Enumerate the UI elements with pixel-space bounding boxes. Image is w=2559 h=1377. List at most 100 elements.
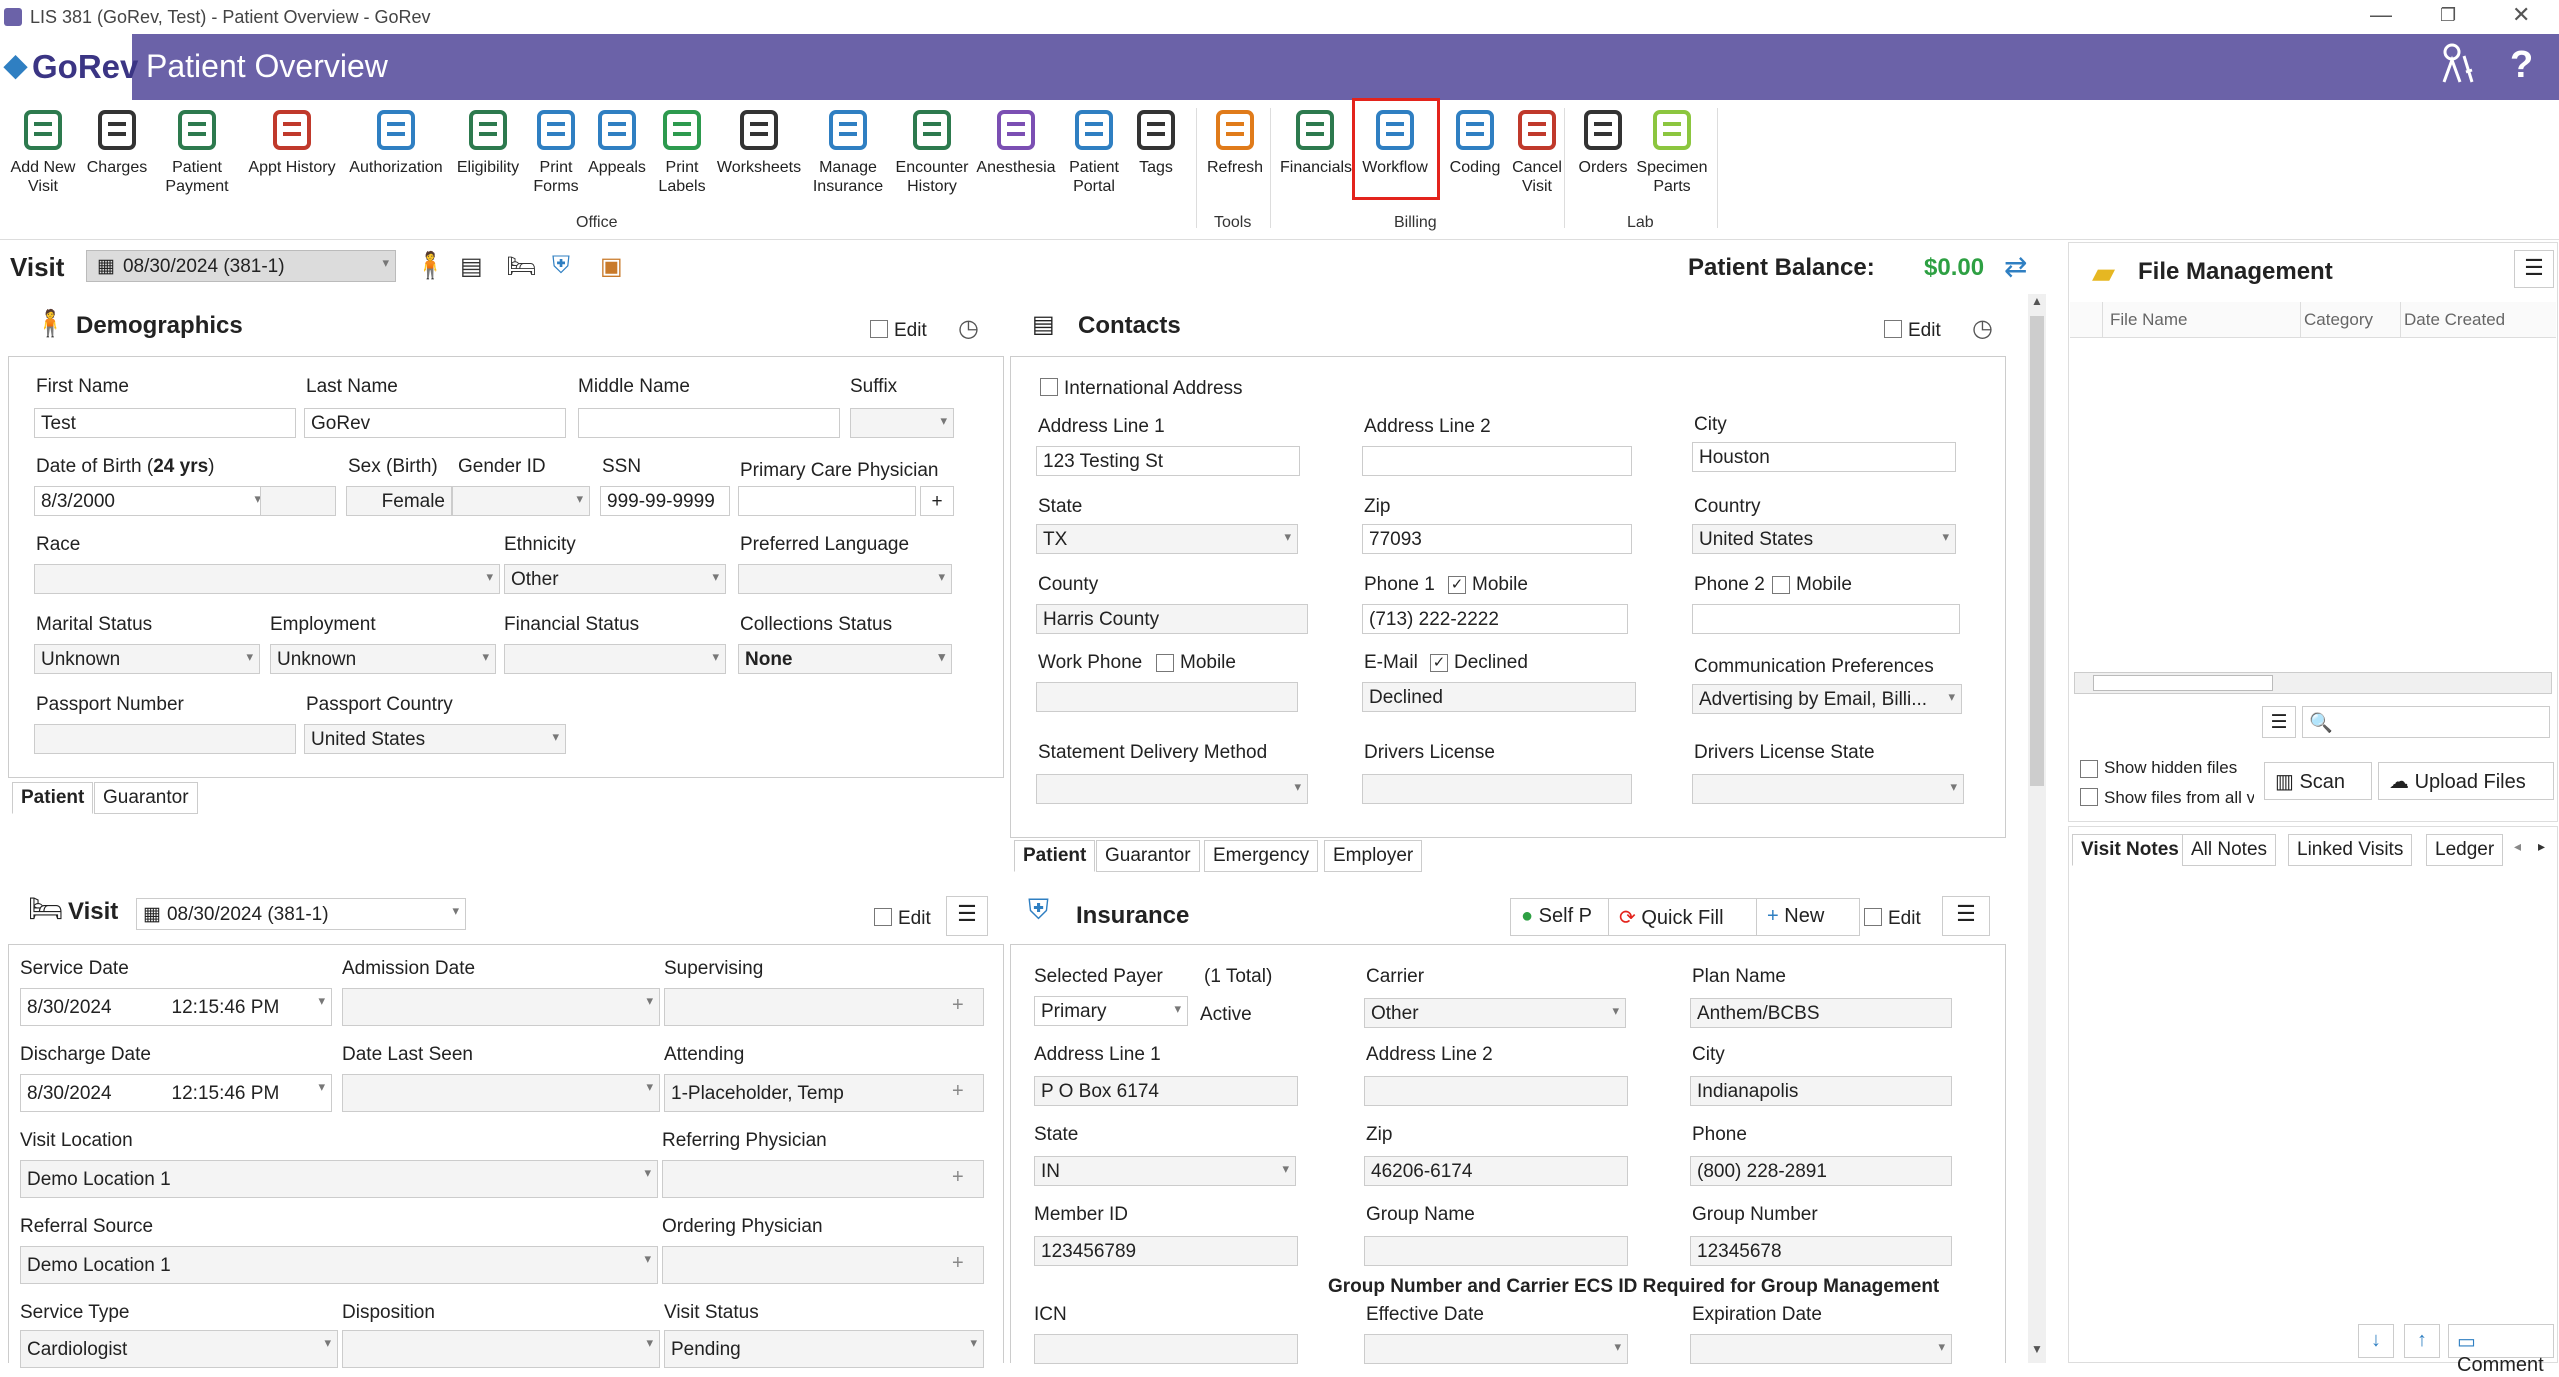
visit-menu-button[interactable]: ☰: [946, 896, 988, 936]
minimize-button[interactable]: —: [2370, 2, 2392, 28]
patient-icon[interactable]: 🧍: [414, 250, 446, 281]
last-seen-field[interactable]: [342, 1074, 660, 1112]
referral-source-select[interactable]: Demo Location 1: [20, 1246, 658, 1284]
tab-scroll-left-icon[interactable]: ◂: [2514, 838, 2521, 855]
col-date-created[interactable]: Date Created: [2404, 310, 2505, 330]
county-field[interactable]: Harris County: [1036, 604, 1308, 634]
financial-select[interactable]: [504, 644, 726, 674]
international-checkbox[interactable]: [1040, 378, 1058, 396]
email-field[interactable]: Declined: [1362, 682, 1636, 712]
payer-select[interactable]: Primary: [1034, 996, 1188, 1026]
referring-field[interactable]: [662, 1160, 984, 1198]
ribbon-print-forms-button[interactable]: Print Forms: [528, 106, 584, 196]
ribbon-authorization-button[interactable]: Authorization: [346, 106, 446, 177]
self-pay-button[interactable]: ● Self P: [1510, 898, 1620, 936]
ribbon-add-new-visit-button[interactable]: Add New Visit: [4, 106, 82, 196]
quick-fill-button[interactable]: ⟳ Quick Fill: [1608, 898, 1758, 936]
visit-status-select[interactable]: Pending: [664, 1330, 984, 1368]
language-select[interactable]: [738, 564, 952, 594]
tab-contacts-employer[interactable]: Employer: [1324, 840, 1423, 872]
show-all-checkbox[interactable]: [2080, 788, 2098, 806]
ins-state-select[interactable]: IN: [1034, 1156, 1296, 1186]
group-name-field[interactable]: [1364, 1236, 1628, 1266]
ribbon-appeals-button[interactable]: Appeals: [586, 106, 648, 177]
work-mobile-checkbox[interactable]: [1156, 654, 1174, 672]
carrier-select[interactable]: Other: [1364, 998, 1626, 1028]
ribbon-manage-insurance-button[interactable]: Manage Insurance: [808, 106, 888, 196]
discharge-date-field[interactable]: 8/30/2024 12:15:46 PM: [20, 1074, 332, 1112]
ribbon-patient-portal-button[interactable]: Patient Portal: [1064, 106, 1124, 196]
ribbon-orders-button[interactable]: Orders: [1568, 106, 1638, 177]
ribbon-refresh-button[interactable]: Refresh: [1200, 106, 1270, 177]
person-key-icon[interactable]: [2440, 42, 2476, 96]
tab-contacts-emergency[interactable]: Emergency: [1204, 840, 1319, 872]
phone1-field[interactable]: (713) 222-2222: [1362, 604, 1628, 634]
attending-field[interactable]: 1-Placeholder, Temp: [664, 1074, 984, 1112]
tab-linked-visits[interactable]: Linked Visits: [2288, 834, 2413, 866]
tab-contacts-patient[interactable]: Patient: [1014, 840, 1096, 872]
race-select[interactable]: [34, 564, 500, 594]
maximize-button[interactable]: ❐: [2440, 5, 2456, 26]
last-name-field[interactable]: GoRev: [304, 408, 566, 438]
passport-country-select[interactable]: United States: [304, 724, 566, 754]
ribbon-cancel-visit-button[interactable]: Cancel Visit: [1502, 106, 1572, 196]
service-type-select[interactable]: Cardiologist: [20, 1330, 338, 1368]
ssn-field[interactable]: 999-99-9999: [600, 486, 730, 516]
passport-field[interactable]: [34, 724, 296, 754]
tab-all-notes[interactable]: All Notes: [2182, 834, 2277, 866]
address1-field[interactable]: 123 Testing St: [1036, 446, 1300, 476]
country-select[interactable]: United States: [1692, 524, 1956, 554]
bed-icon[interactable]: 🛏: [506, 252, 536, 281]
ins-address1-field[interactable]: P O Box 6174: [1034, 1076, 1298, 1106]
phone2-mobile-checkbox[interactable]: [1772, 576, 1790, 594]
sex-select[interactable]: Female: [346, 486, 452, 516]
collections-select[interactable]: None: [738, 644, 952, 674]
ribbon-encounter-history-button[interactable]: Encounter History: [890, 106, 974, 196]
upload-files-button[interactable]: ☁ Upload Files: [2378, 762, 2554, 800]
suffix-select[interactable]: [850, 408, 954, 438]
work-phone-field[interactable]: [1036, 682, 1298, 712]
communication-select[interactable]: Advertising by Email, Billi...: [1692, 684, 1962, 714]
group-number-field[interactable]: 12345678: [1690, 1236, 1952, 1266]
move-down-button[interactable]: ↓: [2358, 1324, 2394, 1358]
ribbon-charges-button[interactable]: Charges: [86, 106, 148, 177]
ethnicity-select[interactable]: Other: [504, 564, 726, 594]
files-list-button[interactable]: ☰: [2262, 706, 2296, 738]
add-ordering-icon[interactable]: +: [952, 1252, 964, 1275]
state-select[interactable]: TX: [1036, 524, 1298, 554]
files-menu-button[interactable]: ☰: [2514, 250, 2554, 288]
show-hidden-checkbox[interactable]: [2080, 760, 2098, 778]
files-hscrollbar[interactable]: [2074, 672, 2552, 694]
close-button[interactable]: ✕: [2512, 2, 2530, 28]
insurance-shield-icon[interactable]: ⛨: [552, 252, 570, 280]
visit-location-select[interactable]: Demo Location 1: [20, 1160, 658, 1198]
tab-visit-notes[interactable]: Visit Notes: [2072, 834, 2188, 866]
statement-method-select[interactable]: [1036, 774, 1308, 804]
email-declined-checkbox[interactable]: ✓: [1430, 654, 1448, 672]
tab-ledger[interactable]: Ledger: [2426, 834, 2504, 866]
drivers-license-state-select[interactable]: [1692, 774, 1964, 804]
col-category[interactable]: Category: [2304, 310, 2373, 330]
address2-field[interactable]: [1362, 446, 1632, 476]
disposition-select[interactable]: [342, 1330, 660, 1368]
ribbon-eligibility-button[interactable]: Eligibility: [452, 106, 524, 177]
tab-scroll-right-icon[interactable]: ▸: [2538, 838, 2545, 855]
plan-name-field[interactable]: Anthem/BCBS: [1690, 998, 1952, 1028]
service-date-field[interactable]: 8/30/2024 12:15:46 PM: [20, 988, 332, 1026]
zip-field[interactable]: 77093: [1362, 524, 1632, 554]
refresh-balance-icon[interactable]: ⇄: [2004, 250, 2027, 283]
ins-city-field[interactable]: Indianapolis: [1690, 1076, 1952, 1106]
expiration-date-field[interactable]: [1690, 1334, 1952, 1364]
employment-select[interactable]: Unknown: [270, 644, 496, 674]
tab-demographics-guarantor[interactable]: Guarantor: [94, 782, 198, 814]
ribbon-tags-button[interactable]: Tags: [1130, 106, 1182, 177]
visit-edit-checkbox[interactable]: [874, 908, 892, 926]
ribbon-appt-history-button[interactable]: Appt History: [244, 106, 340, 177]
ins-phone-field[interactable]: (800) 228-2891: [1690, 1156, 1952, 1186]
main-scrollbar[interactable]: ▲ ▼: [2028, 294, 2046, 1363]
scan-button[interactable]: ▥ Scan: [2264, 762, 2372, 800]
files-search-input[interactable]: 🔍: [2302, 706, 2550, 738]
first-name-field[interactable]: Test: [34, 408, 296, 438]
visit-select[interactable]: ▦ 08/30/2024 (381-1): [86, 250, 396, 282]
drivers-license-field[interactable]: [1362, 774, 1632, 804]
